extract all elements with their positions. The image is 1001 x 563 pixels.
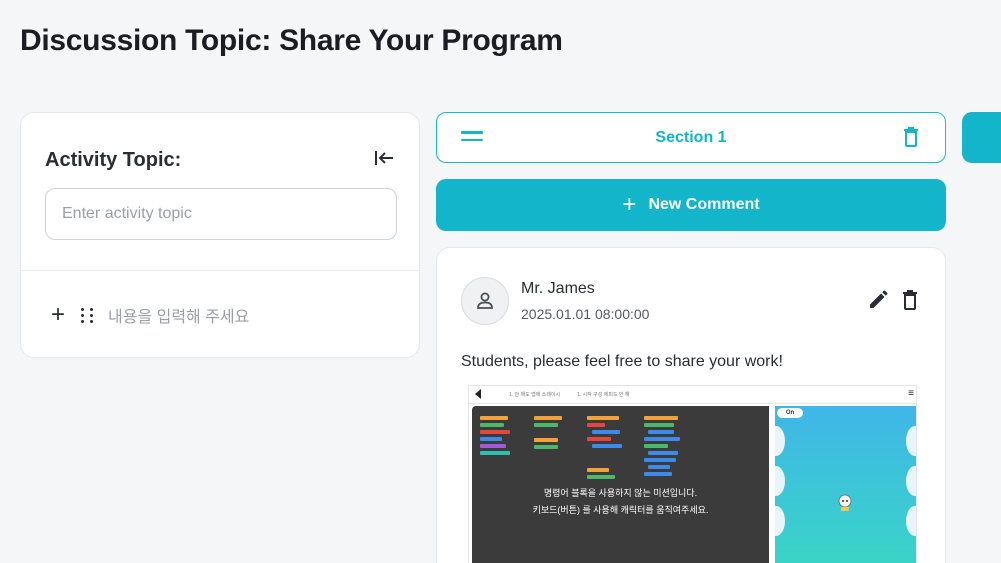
add-content-row: + 내용을 입력해 주세요 xyxy=(49,303,249,327)
avatar xyxy=(461,277,509,325)
panel-divider xyxy=(21,270,419,271)
code-block xyxy=(480,423,504,427)
comment-author: Mr. James xyxy=(521,280,595,297)
cloud-decoration xyxy=(906,426,916,456)
next-section-tab[interactable] xyxy=(962,112,1001,163)
code-block xyxy=(534,416,562,420)
code-block xyxy=(592,444,622,448)
shared-program-image[interactable]: 1. 안 해도 앱에 스레이시 1. 시작 구성 에피드 안 해 ≡ 명령어 블… xyxy=(468,385,917,563)
stage-toggle: On xyxy=(777,408,803,418)
section-title: Section 1 xyxy=(655,128,727,146)
mission-message: 명령어 블록을 사용하지 않는 미션입니다. xyxy=(543,488,698,498)
mission-message: 키보드(버튼) 를 사용해 캐릭터를 움직여주세요. xyxy=(532,505,709,515)
comment-card: Mr. James 2025.01.01 08:00:00 Students, … xyxy=(436,247,946,563)
user-icon xyxy=(477,292,493,309)
cloud-decoration xyxy=(775,426,785,456)
code-block xyxy=(480,444,506,448)
content-placeholder[interactable]: 내용을 입력해 주세요 xyxy=(108,303,249,327)
code-block xyxy=(644,416,678,420)
code-block xyxy=(648,465,670,469)
code-block xyxy=(592,430,620,434)
code-block xyxy=(587,468,609,472)
plus-icon[interactable]: + xyxy=(49,303,67,327)
new-comment-label: New Comment xyxy=(648,196,760,213)
cloud-decoration xyxy=(906,466,916,496)
trash-icon[interactable] xyxy=(902,290,918,315)
game-stage: On xyxy=(775,406,916,563)
cloud-decoration xyxy=(775,506,785,536)
new-comment-button[interactable]: + New Comment xyxy=(436,179,946,231)
code-block xyxy=(587,475,615,479)
image-tab: 1. 안 해도 앱에 스레이시 xyxy=(509,392,561,398)
code-block xyxy=(644,437,680,441)
trash-icon[interactable] xyxy=(903,127,919,152)
pencil-icon[interactable] xyxy=(868,290,888,315)
code-block xyxy=(480,416,508,420)
block-editor: 명령어 블록을 사용하지 않는 미션입니다. 키보드(버튼) 를 사용해 캐릭터… xyxy=(472,406,769,563)
collapse-left-icon[interactable] xyxy=(373,147,395,169)
code-block xyxy=(644,423,674,427)
back-icon xyxy=(475,389,481,399)
code-block xyxy=(587,423,605,427)
code-block xyxy=(644,444,668,448)
plus-icon: + xyxy=(622,191,637,218)
section-header[interactable]: Section 1 xyxy=(436,112,946,163)
hamburger-icon[interactable] xyxy=(461,131,483,141)
activity-panel: Activity Topic: + 내용을 입력해 주세요 xyxy=(20,112,420,358)
code-block xyxy=(480,430,510,434)
activity-topic-label: Activity Topic: xyxy=(45,149,182,171)
cloud-decoration xyxy=(775,466,785,496)
code-block xyxy=(534,438,558,442)
menu-icon: ≡ xyxy=(908,388,914,399)
drag-handle-icon[interactable] xyxy=(81,307,94,323)
code-block xyxy=(534,445,558,449)
code-block xyxy=(480,437,502,441)
cloud-decoration xyxy=(906,506,916,536)
image-tab: 1. 시작 구성 에피드 안 해 xyxy=(577,392,630,398)
comment-text: Students, please feel free to share your… xyxy=(461,353,783,370)
comment-timestamp: 2025.01.01 08:00:00 xyxy=(521,306,650,322)
code-block xyxy=(648,451,678,455)
character-sprite xyxy=(838,494,852,511)
code-block xyxy=(587,416,619,420)
code-block xyxy=(587,437,611,441)
code-block xyxy=(648,430,674,434)
code-block xyxy=(644,472,672,476)
code-block xyxy=(534,423,558,427)
code-block xyxy=(644,458,676,462)
image-topbar: 1. 안 해도 앱에 스레이시 1. 시작 구성 에피드 안 해 ≡ xyxy=(469,386,916,404)
page-title: Discussion Topic: Share Your Program xyxy=(20,24,563,57)
activity-topic-input[interactable] xyxy=(45,188,397,240)
code-block xyxy=(480,451,510,455)
